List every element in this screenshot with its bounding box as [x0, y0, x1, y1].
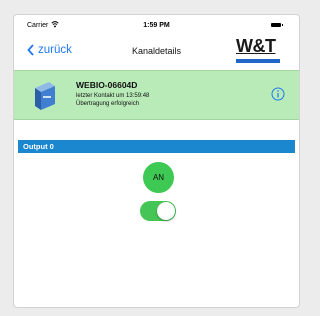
info-icon[interactable]: [271, 87, 285, 101]
transfer-status-text: Übertragung erfolgreich: [76, 101, 140, 107]
logo-text: W&T: [236, 36, 276, 56]
brand-logo: W&T: [236, 37, 284, 64]
battery-icon: [271, 23, 283, 27]
on-button[interactable]: AN: [143, 162, 174, 193]
device-screen: Carrier 1:59 PM zurück Kanaldetails W&T: [13, 14, 300, 308]
navigation-bar: zurück Kanaldetails W&T: [14, 33, 299, 69]
section-header: Output 0: [18, 140, 295, 153]
toggle-knob: [157, 202, 175, 220]
section-title: Output 0: [23, 142, 54, 151]
webio-device-icon: [35, 82, 55, 110]
logo-bar: [236, 59, 280, 63]
status-bar: Carrier 1:59 PM: [14, 15, 299, 33]
status-time: 1:59 PM: [143, 22, 170, 29]
device-row[interactable]: WEBIO-06604D letzter Kontakt um 13:59:48…: [14, 70, 299, 120]
last-contact-text: letzter Kontakt um 13:59:48: [76, 93, 150, 99]
device-name: WEBIO-06604D: [76, 80, 138, 90]
output-toggle[interactable]: [140, 201, 176, 221]
